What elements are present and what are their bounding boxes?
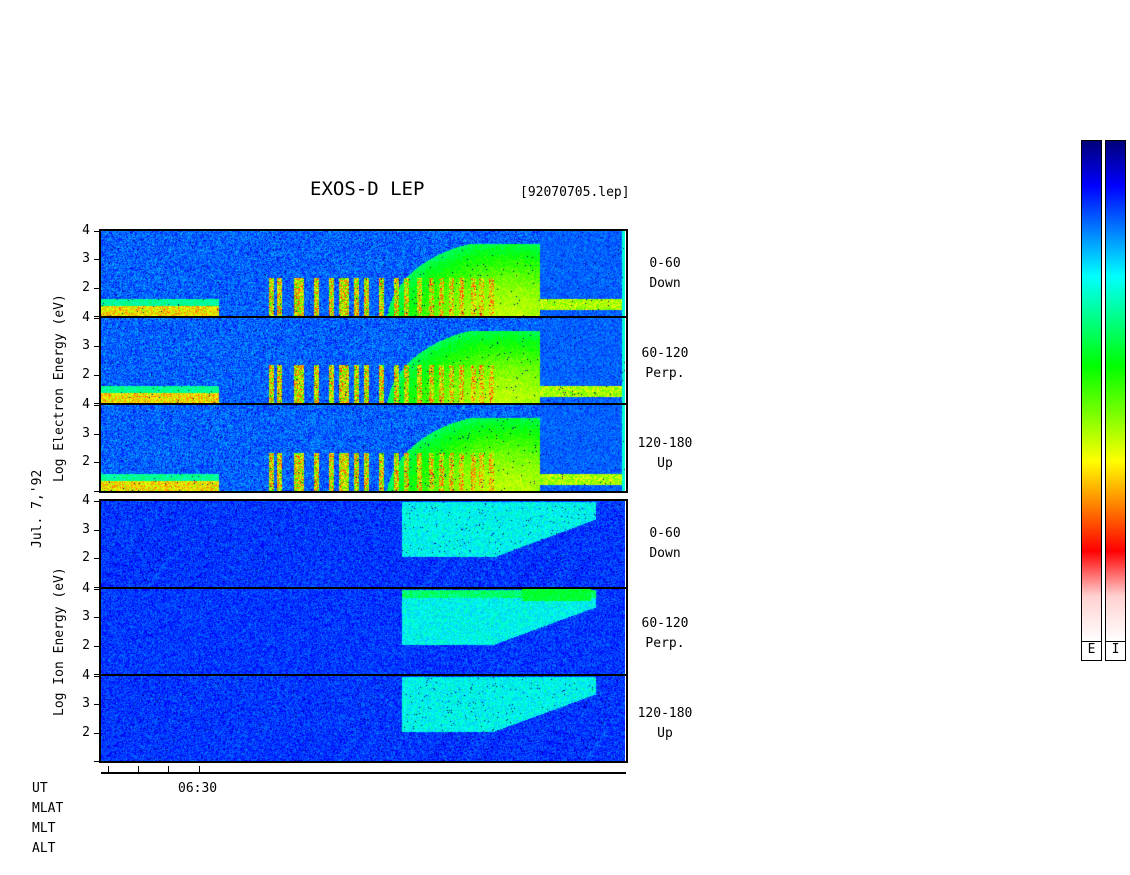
- channel-direction: Down: [649, 546, 681, 561]
- y-tick: [94, 375, 100, 376]
- y-tick: [94, 318, 100, 319]
- time-tick: [199, 766, 200, 773]
- footer-label-ut: UT: [32, 781, 48, 796]
- date-label: Jul. 7,'92: [30, 469, 45, 548]
- y-tick-label: 4: [82, 581, 90, 596]
- colorbar-ion-label: I: [1105, 641, 1126, 661]
- file-label: [92070705.lep]: [520, 185, 630, 200]
- y-tick: [94, 617, 100, 618]
- time-tick: [108, 766, 109, 773]
- y-tick-label: 2: [82, 638, 90, 653]
- channel-label: 120-180 Up: [625, 704, 705, 744]
- colorbar-electron: [1081, 140, 1102, 642]
- y-tick: [94, 761, 100, 762]
- channel-label: 60-120 Perp.: [625, 344, 705, 384]
- panel-divider: [101, 316, 626, 318]
- channel-direction: Down: [649, 276, 681, 291]
- y-tick-label: 3: [82, 522, 90, 537]
- time-tick: [138, 766, 139, 773]
- y-tick-label: 3: [82, 251, 90, 266]
- channel-label: 0-60 Down: [625, 254, 705, 294]
- y-tick: [94, 346, 100, 347]
- channel-direction: Perp.: [645, 636, 685, 651]
- y-tick-label: 4: [82, 668, 90, 683]
- y-tick: [94, 462, 100, 463]
- y-tick: [94, 316, 100, 317]
- panel-divider: [101, 403, 626, 405]
- y-tick: [94, 501, 100, 502]
- electron-axis-label: Log Electron Energy (eV): [52, 294, 67, 482]
- y-tick-label: 2: [82, 725, 90, 740]
- channel-label: 120-180 Up: [625, 434, 705, 474]
- y-tick: [94, 733, 100, 734]
- time-axis-line: [101, 772, 626, 774]
- y-tick-label: 4: [82, 223, 90, 238]
- channel-range: 0-60: [649, 256, 681, 271]
- y-tick-label: 2: [82, 280, 90, 295]
- y-tick-label: 2: [82, 454, 90, 469]
- y-tick: [94, 231, 100, 232]
- footer-label-alt: ALT: [32, 841, 56, 856]
- y-tick-label: 4: [82, 397, 90, 412]
- y-tick: [94, 589, 100, 590]
- colorbar-ion: [1105, 140, 1126, 642]
- channel-label: 0-60 Down: [625, 524, 705, 564]
- channel-range: 120-180: [637, 436, 693, 451]
- time-tick: [168, 766, 169, 773]
- channel-direction: Up: [657, 726, 673, 741]
- y-tick: [94, 491, 100, 492]
- y-tick-label: 4: [82, 310, 90, 325]
- channel-range: 120-180: [637, 706, 693, 721]
- y-tick: [94, 704, 100, 705]
- y-tick-label: 3: [82, 338, 90, 353]
- y-tick: [94, 587, 100, 588]
- channel-range: 60-120: [641, 616, 689, 631]
- channel-direction: Up: [657, 456, 673, 471]
- y-tick-label: 4: [82, 493, 90, 508]
- y-tick: [94, 674, 100, 675]
- footer-label-mlat: MLAT: [32, 801, 64, 816]
- y-tick: [94, 646, 100, 647]
- y-tick: [94, 403, 100, 404]
- y-tick: [94, 530, 100, 531]
- footer-label-mlt: MLT: [32, 821, 56, 836]
- time-tick-label: 06:30: [178, 781, 218, 796]
- y-tick-label: 3: [82, 696, 90, 711]
- ion-axis-label: Log Ion Energy (eV): [52, 567, 67, 716]
- y-tick: [94, 288, 100, 289]
- channel-range: 0-60: [649, 526, 681, 541]
- y-tick-label: 3: [82, 609, 90, 624]
- y-tick: [94, 434, 100, 435]
- y-tick-label: 2: [82, 367, 90, 382]
- y-tick-label: 2: [82, 550, 90, 565]
- y-tick: [94, 558, 100, 559]
- channel-label: 60-120 Perp.: [625, 614, 705, 654]
- channel-direction: Perp.: [645, 366, 685, 381]
- y-tick-label: 3: [82, 426, 90, 441]
- panel-divider: [101, 674, 626, 676]
- y-tick: [94, 676, 100, 677]
- y-tick: [94, 259, 100, 260]
- panel-divider: [101, 587, 626, 589]
- chart-title: EXOS-D LEP: [310, 178, 425, 200]
- electron-frame: [99, 229, 628, 493]
- ion-frame: [99, 499, 628, 763]
- y-tick: [94, 405, 100, 406]
- colorbar-electron-label: E: [1081, 641, 1102, 661]
- channel-range: 60-120: [641, 346, 689, 361]
